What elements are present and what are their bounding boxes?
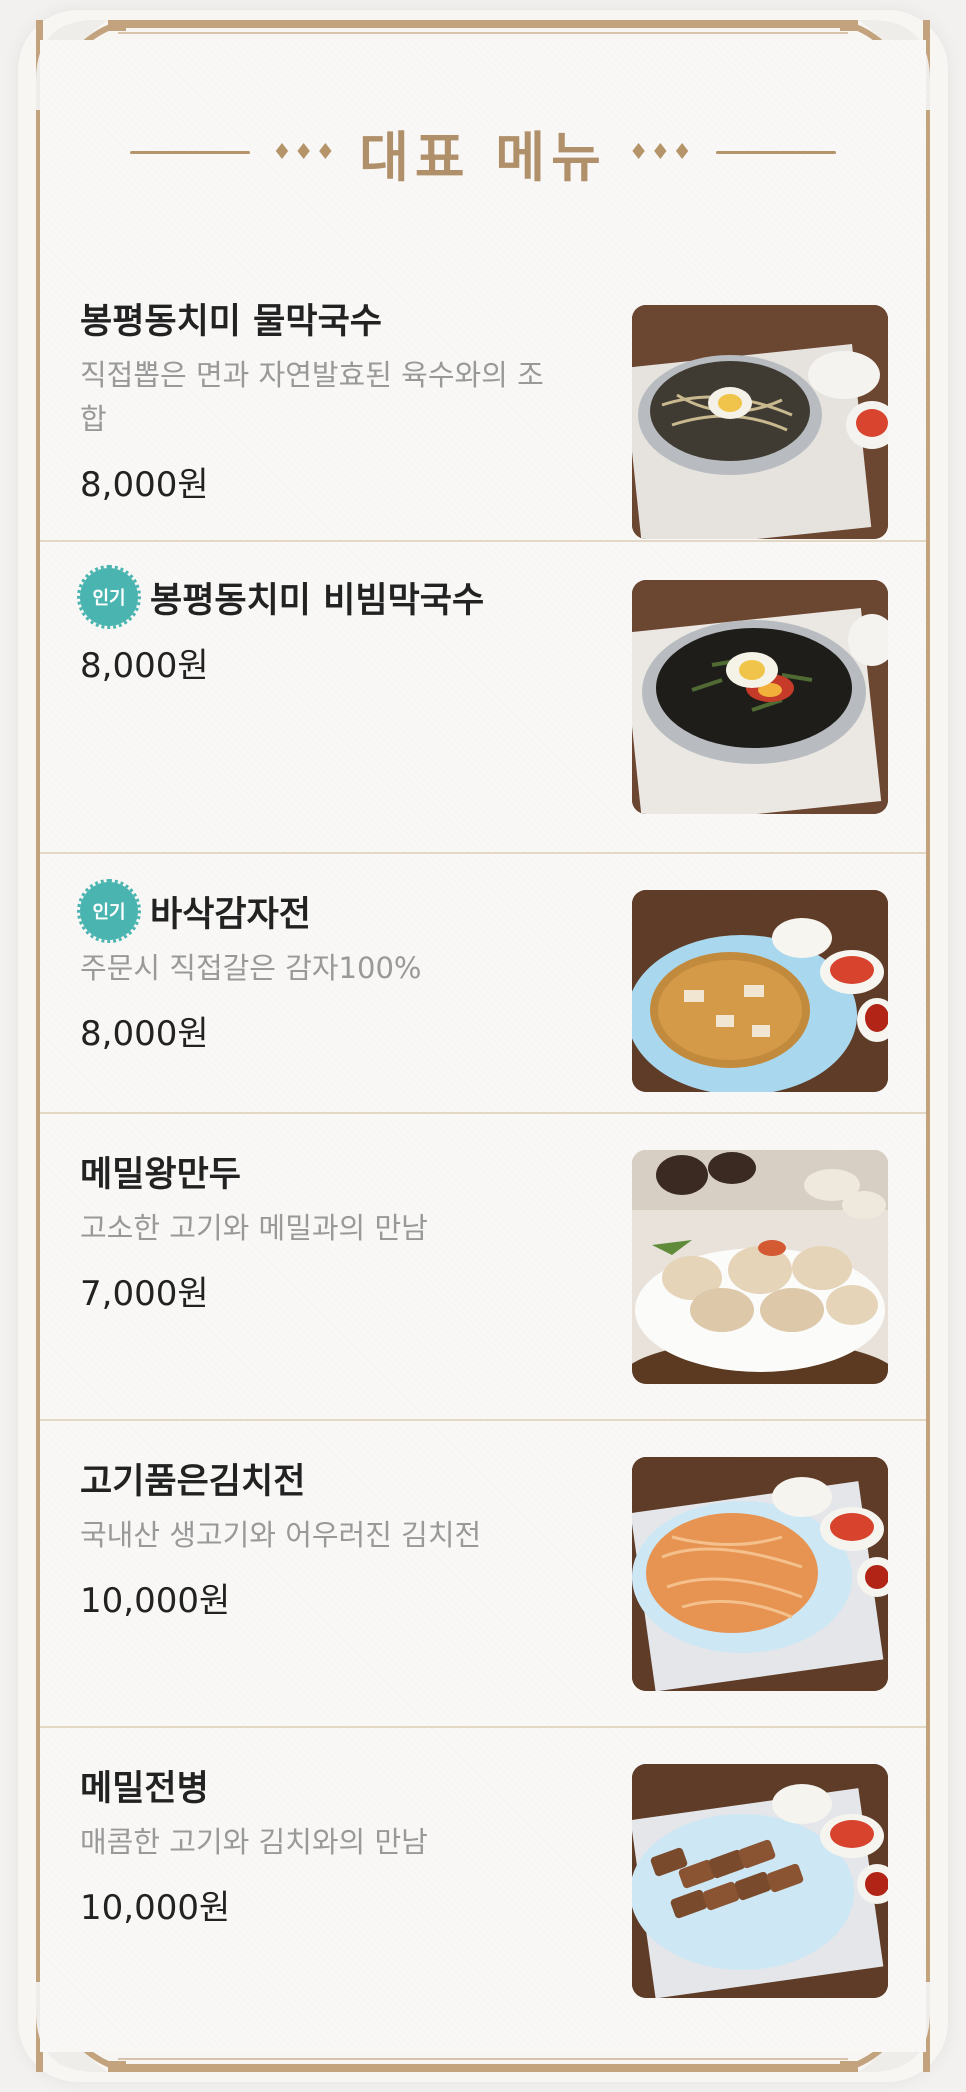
menu-item-price: 8,000원 [80,646,209,686]
menu-item-name-row: 인기 바삭감자전 [77,879,620,943]
menu-item-text: 인기 봉평동치미 비빔막국수 8,000원 [77,565,620,687]
menu-item-description: 직접뽑은 면과 자연발효된 육수와의 조합 [80,358,544,436]
diamond-ornament-icon: ♦♦♦ [272,139,338,165]
menu-item-price: 8,000원 [80,465,209,505]
popular-badge: 인기 [77,879,141,943]
header-line-right [715,150,836,154]
diamond-ornament-icon: ♦♦♦ [628,139,694,165]
menu-item-name-row: 봉평동치미 물막국수 [80,293,620,343]
menu-item-name: 메밀왕만두 [80,1154,242,1195]
frame-top-border [108,20,858,28]
potato-pancake-photo[interactable] [632,890,888,1092]
menu-item[interactable]: 인기 봉평동치미 비빔막국수 8,000원 [40,542,926,854]
menu-item[interactable]: 고기품은김치전 국내산 생고기와 어우러진 김치전 10,000원 [40,1421,926,1728]
popular-badge: 인기 [77,565,141,629]
menu-item-text: 인기 바삭감자전 주문시 직접갈은 감자100% 8,000원 [77,879,620,1055]
frame-bottom-thin-border [118,2058,848,2060]
menu-item-price: 10,000원 [80,1888,231,1928]
menu-item-price: 8,000원 [80,1014,209,1054]
menu-item[interactable]: 메밀왕만두 고소한 고기와 메밀과의 만남 7,000원 [40,1114,926,1421]
menu-item-name-row: 메밀왕만두 [80,1146,620,1196]
buckwheat-crepe-photo[interactable] [632,1764,888,1998]
menu-item-description: 고소한 고기와 메밀과의 만남 [80,1211,428,1245]
menu-item-text: 메밀전병 매콤한 고기와 김치와의 만남 10,000원 [80,1760,620,1929]
frame-bottom-border [108,2064,858,2072]
menu-item-text: 메밀왕만두 고소한 고기와 메밀과의 만남 7,000원 [80,1146,620,1315]
menu-item-description: 국내산 생고기와 어우러진 김치전 [80,1518,482,1552]
cold-buckwheat-noodle-photo[interactable] [632,305,888,539]
menu-item-name-row: 인기 봉평동치미 비빔막국수 [77,565,620,629]
menu-item-name: 고기품은김치전 [80,1461,306,1502]
menu-item-name: 메밀전병 [80,1768,209,1809]
header-line-left [130,150,251,154]
section-title: 대표 메뉴 [359,125,607,189]
menu-item-price: 7,000원 [80,1274,209,1314]
menu-item-name: 봉평동치미 비빔막국수 [150,580,485,621]
menu-item-name: 바삭감자전 [150,894,312,935]
menu-item-name-row: 고기품은김치전 [80,1453,620,1503]
menu-item-description: 매콤한 고기와 김치와의 만남 [80,1825,428,1859]
menu-item-text: 봉평동치미 물막국수 직접뽑은 면과 자연발효된 육수와의 조합 8,000원 [80,293,620,506]
spicy-buckwheat-noodle-photo[interactable] [632,580,888,814]
menu-item[interactable]: 메밀전병 매콤한 고기와 김치와의 만남 10,000원 [40,1728,926,2033]
menu-item-name: 봉평동치미 물막국수 [80,301,382,342]
dumpling-photo[interactable] [632,1150,888,1384]
menu-item-text: 고기품은김치전 국내산 생고기와 어우러진 김치전 10,000원 [80,1453,620,1622]
menu-item[interactable]: 봉평동치미 물막국수 직접뽑은 면과 자연발효된 육수와의 조합 8,000원 [40,265,926,542]
frame-top-thin-border [118,32,848,34]
kimchi-pancake-photo[interactable] [632,1457,888,1691]
menu-item-name-row: 메밀전병 [80,1760,620,1810]
menu-content: ♦♦♦ 대표 메뉴 ♦♦♦ 봉평동치미 물막국수 직접뽑은 면과 자연발효된 육… [40,40,926,2052]
menu-item-price: 10,000원 [80,1581,231,1621]
menu-item-description: 주문시 직접갈은 감자100% [80,951,422,985]
menu-list: 봉평동치미 물막국수 직접뽑은 면과 자연발효된 육수와의 조합 8,000원 [40,265,926,2033]
section-header: ♦♦♦ 대표 메뉴 ♦♦♦ [40,112,926,192]
menu-item[interactable]: 인기 바삭감자전 주문시 직접갈은 감자100% 8,000원 [40,854,926,1114]
